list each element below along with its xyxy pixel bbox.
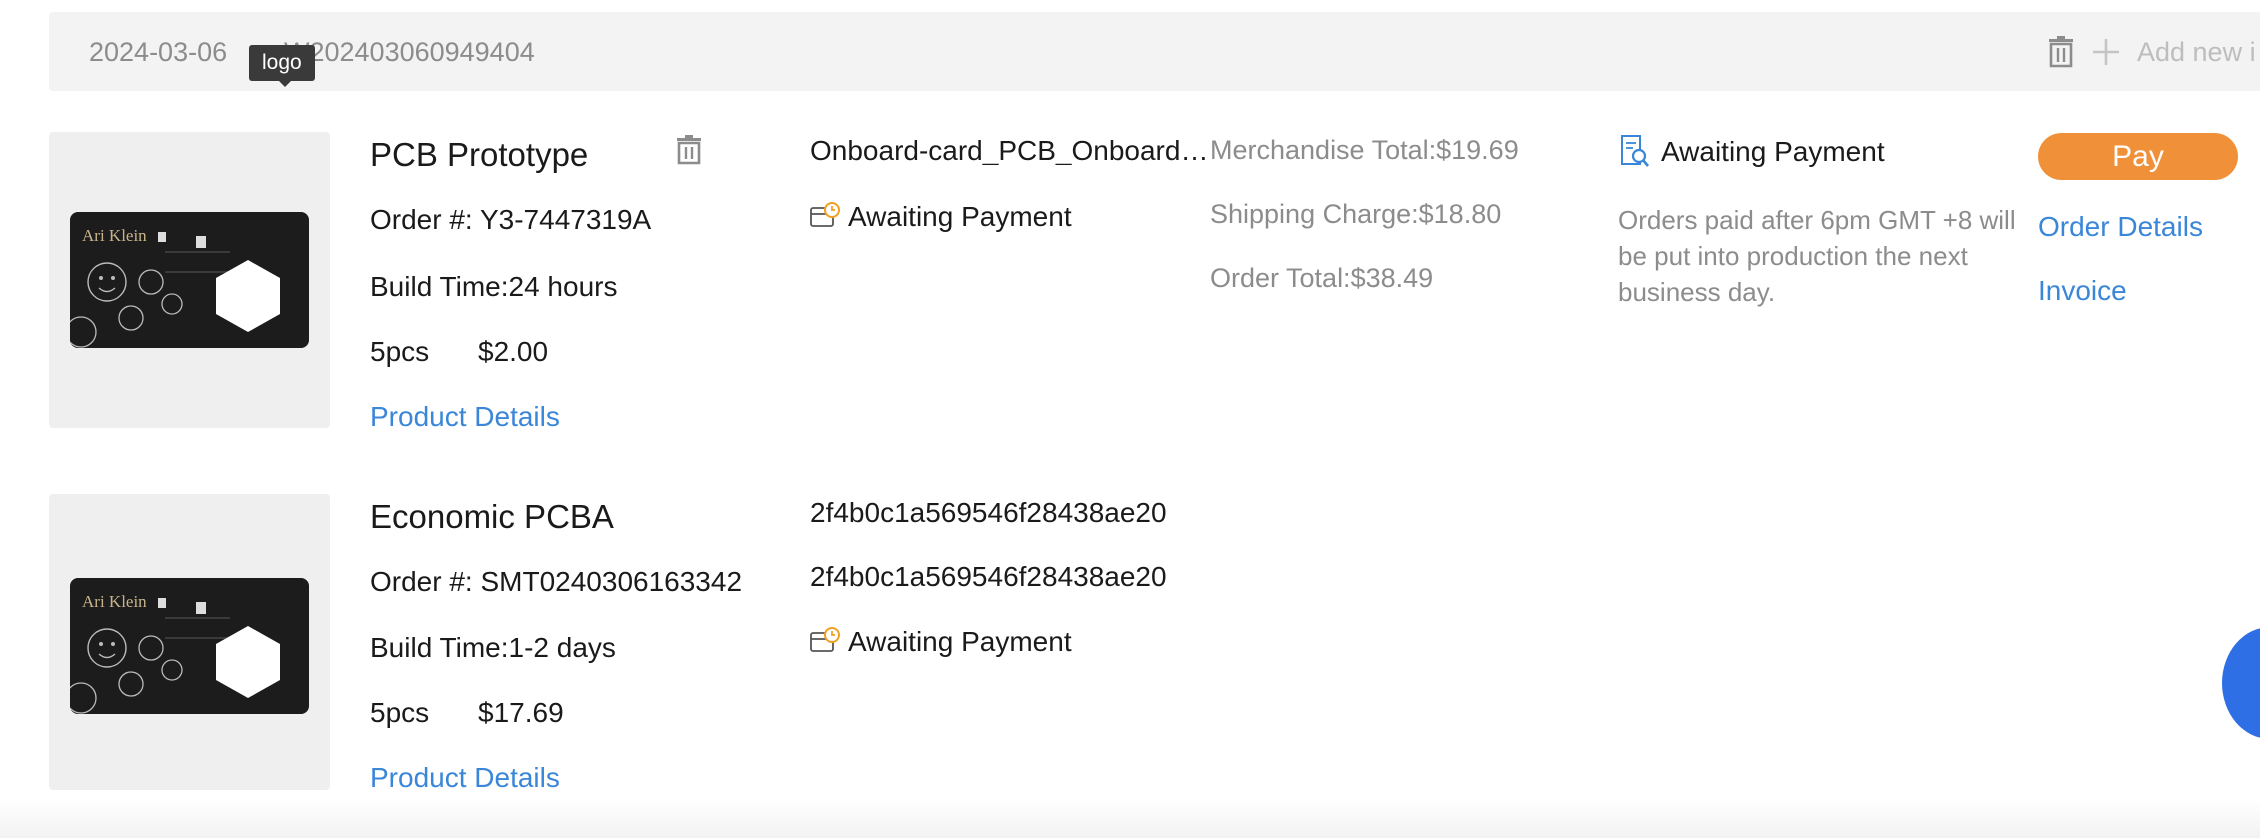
order-number: Order #: Y3-7447319A bbox=[370, 204, 652, 235]
pcb-board-image: Ari Klein bbox=[70, 578, 309, 714]
file-name: 2f4b0c1a569546f28438ae20 bbox=[810, 563, 1167, 591]
trash-icon[interactable] bbox=[2048, 36, 2074, 68]
merchandise-total: Merchandise Total:$19.69 bbox=[1210, 135, 1519, 165]
price: $17.69 bbox=[478, 697, 564, 728]
scroll-shadow bbox=[0, 800, 2260, 838]
order-details-link[interactable]: Order Details bbox=[2038, 213, 2203, 241]
shipping-charge: Shipping Charge:$18.80 bbox=[1210, 199, 1502, 229]
build-time: Build Time:1-2 days bbox=[370, 632, 616, 663]
invoice-link[interactable]: Invoice bbox=[2038, 277, 2127, 305]
file-name: 2f4b0c1a569546f28438ae20 bbox=[810, 499, 1167, 527]
logo-tooltip: logo bbox=[249, 45, 315, 87]
order-id: W202403060949404 bbox=[284, 39, 535, 66]
awaiting-payment-icon bbox=[810, 202, 840, 230]
pay-button[interactable]: Pay bbox=[2038, 133, 2238, 180]
file-name: Onboard-card_PCB_Onboard-card_2024-03-06… bbox=[810, 137, 1210, 165]
pcb-board-image: Ari Klein bbox=[70, 212, 309, 348]
awaiting-payment-icon bbox=[810, 627, 840, 655]
product-thumbnail[interactable]: Ari Klein bbox=[49, 494, 330, 790]
order-status: Awaiting Payment bbox=[848, 201, 1072, 232]
order-status: Awaiting Payment bbox=[848, 626, 1072, 657]
product-title: PCB Prototype bbox=[370, 136, 589, 173]
order-date: 2024-03-06 bbox=[89, 37, 228, 67]
document-search-icon bbox=[1620, 134, 1650, 168]
order-number: Order #: SMT0240306163342 bbox=[370, 568, 743, 596]
chat-support-icon[interactable] bbox=[2222, 627, 2260, 739]
quantity: 5pcs bbox=[370, 336, 430, 367]
plus-icon[interactable] bbox=[2092, 38, 2120, 66]
build-time: Build Time:24 hours bbox=[370, 271, 618, 302]
product-details-link[interactable]: Product Details bbox=[370, 764, 560, 792]
price: $2.00 bbox=[478, 336, 549, 367]
quantity: 5pcs bbox=[370, 697, 430, 728]
add-new-button[interactable]: Add new i bbox=[2137, 39, 2256, 66]
trash-icon[interactable] bbox=[676, 135, 702, 165]
product-title: Economic PCBA bbox=[370, 498, 614, 535]
order-total: Order Total:$38.49 bbox=[1210, 263, 1434, 293]
product-details-link[interactable]: Product Details bbox=[370, 403, 560, 431]
payment-status: Awaiting Payment bbox=[1661, 136, 1885, 167]
payment-note: Orders paid after 6pm GMT +8 will be put… bbox=[1618, 205, 2016, 307]
product-thumbnail[interactable]: Ari Klein bbox=[49, 132, 330, 428]
